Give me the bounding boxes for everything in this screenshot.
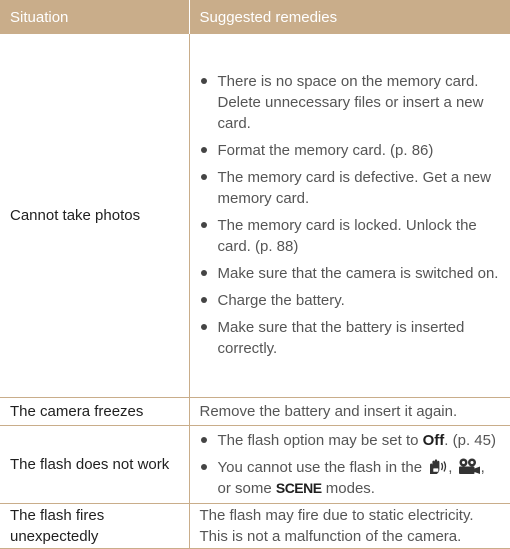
list-item: Charge the battery. [200, 290, 503, 311]
bullet-icon [200, 221, 207, 228]
list-item: Make sure that the camera is switched on… [200, 263, 503, 284]
table-row: The flash fires unexpectedly The flash m… [0, 503, 510, 549]
list-item: There is no space on the memory card. De… [200, 71, 503, 134]
list-item: Format the memory card. (p. 86) [200, 140, 503, 161]
bullet-icon [200, 296, 207, 303]
bullet-icon [200, 323, 207, 330]
movie-camera-mode-icon [458, 458, 480, 474]
remedy-list: The flash option may be set to Off. (p. … [200, 426, 503, 503]
table-row: The camera freezes Remove the battery an… [0, 397, 510, 426]
list-item: The memory card is defective. Get a new … [200, 167, 503, 209]
bullet-icon [200, 463, 207, 470]
situation-cell: The camera freezes [0, 397, 189, 426]
situation-cell: The flash does not work [0, 425, 189, 504]
remedies-cell: The flash may fire due to static electri… [188, 503, 510, 549]
remedies-cell: The flash option may be set to Off. (p. … [188, 425, 510, 504]
table-row: Cannot take photos There is no space on … [0, 34, 510, 398]
remedy-list: There is no space on the memory card. De… [200, 67, 503, 364]
remedies-cell: There is no space on the memory card. De… [188, 34, 510, 398]
table-header-row: Situation Suggested remedies [0, 0, 510, 34]
bullet-icon [200, 77, 207, 84]
remedy-text: The flash may fire due to static electri… [199, 506, 474, 545]
bullet-icon [200, 173, 207, 180]
header-suggested-remedies: Suggested remedies [188, 0, 510, 34]
scene-mode-icon: SCENE [275, 479, 322, 496]
list-item: The memory card is locked. Unlock the ca… [200, 215, 503, 257]
bullet-icon [200, 269, 207, 276]
list-item: The flash option may be set to Off. (p. … [200, 430, 503, 451]
list-item: You cannot use the flash in the , , or s… [200, 457, 503, 499]
bullet-icon [200, 436, 207, 443]
situation-cell: Cannot take photos [0, 34, 189, 398]
dual-is-hand-mode-icon [430, 458, 447, 474]
troubleshooting-table: Situation Suggested remedies Cannot take… [0, 0, 510, 549]
flash-off-option: Off [422, 431, 445, 449]
situation-cell: The flash fires unexpectedly [0, 503, 189, 549]
header-situation: Situation [0, 0, 189, 34]
list-item: Make sure that the battery is inserted c… [200, 317, 503, 359]
remedies-cell: Remove the battery and insert it again. [188, 397, 510, 426]
remedy-text: Remove the battery and insert it again. [199, 402, 458, 420]
bullet-icon [200, 146, 207, 153]
table-row: The flash does not work The flash option… [0, 425, 510, 504]
